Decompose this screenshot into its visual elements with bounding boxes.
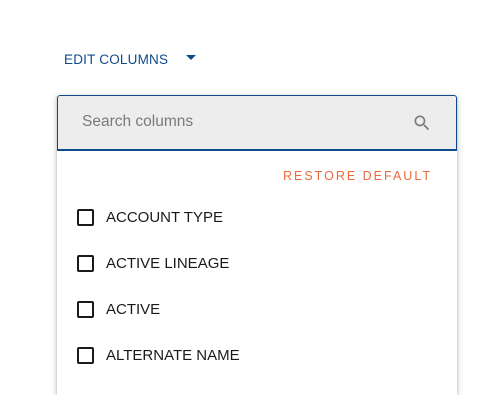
column-option-active[interactable]: ACTIVE: [77, 299, 160, 319]
checkbox[interactable]: [77, 346, 94, 364]
search-box: [57, 95, 457, 151]
column-option-active-lineage[interactable]: ACTIVE LINEAGE: [77, 253, 229, 273]
checkbox[interactable]: [77, 208, 94, 226]
column-label: ALTERNATE NAME: [106, 346, 240, 364]
edit-columns-label: EDIT COLUMNS: [64, 52, 169, 67]
checkbox[interactable]: [77, 254, 94, 272]
column-option-alternate-name[interactable]: ALTERNATE NAME: [77, 345, 240, 365]
search-icon[interactable]: [412, 113, 432, 133]
column-label: ACTIVE: [106, 300, 161, 318]
column-label: ACCOUNT TYPE: [106, 208, 223, 226]
column-option-account-type[interactable]: ACCOUNT TYPE: [77, 207, 223, 227]
edit-columns-dropdown: RESTORE DEFAULT ACCOUNT TYPE ACTIVE LINE…: [57, 95, 457, 395]
checkbox[interactable]: [77, 300, 94, 318]
edit-columns-button[interactable]: EDIT COLUMNS: [64, 52, 197, 67]
search-input[interactable]: [82, 110, 402, 134]
restore-default-button[interactable]: RESTORE DEFAULT: [283, 169, 432, 183]
caret-down-icon[interactable]: [186, 55, 197, 60]
column-label: ACTIVE LINEAGE: [106, 254, 230, 272]
